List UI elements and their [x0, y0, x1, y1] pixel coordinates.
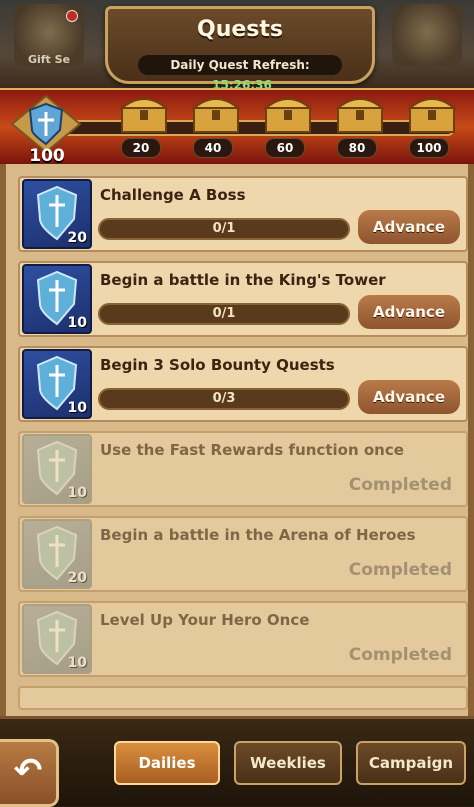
points-badge: 100 [8, 94, 84, 174]
quest-title: Challenge A Boss [100, 186, 246, 204]
quest-item-partial [18, 686, 468, 710]
advance-button[interactable]: Advance [356, 293, 462, 331]
bottom-nav: ↶ Dailies Weeklies Campaign [0, 716, 474, 807]
gift-set-label: Gift Se [27, 53, 71, 66]
refresh-timer: Daily Quest Refresh: 15:26:36 [138, 55, 342, 92]
advance-button[interactable]: Advance [356, 208, 462, 246]
quest-points: 10 [67, 485, 87, 501]
notification-dot [66, 10, 78, 22]
quest-list[interactable]: 20 Challenge A Boss 0/1 Advance 10 Begin… [0, 164, 474, 716]
points-value: 100 [29, 146, 65, 166]
advance-button[interactable]: Advance [356, 378, 462, 416]
quest-item: 10 Begin a battle in the King's Tower 0/… [18, 261, 468, 337]
quest-points: 20 [67, 230, 87, 246]
quest-badge-icon: 10 [22, 264, 92, 334]
tab-campaign[interactable]: Campaign [356, 741, 466, 785]
quest-item-completed: 20 Begin a battle in the Arena of Heroes… [18, 516, 468, 592]
completed-label: Completed [348, 645, 452, 665]
quest-item: 10 Begin 3 Solo Bounty Quests 0/3 Advanc… [18, 346, 468, 422]
chest-icon[interactable] [116, 90, 172, 142]
quest-title: Use the Fast Rewards function once [100, 441, 404, 459]
quest-progress: 0/1 [98, 303, 350, 325]
quest-item: 20 Challenge A Boss 0/1 Advance [18, 176, 468, 252]
quest-badge-icon: 20 [22, 179, 92, 249]
quest-title: Level Up Your Hero Once [100, 611, 310, 629]
chest-label-1: 20 [121, 138, 161, 158]
quest-item-completed: 10 Level Up Your Hero Once Completed [18, 601, 468, 677]
quest-points: 20 [67, 570, 87, 586]
tab-weeklies[interactable]: Weeklies [234, 741, 342, 785]
chest-icon[interactable] [404, 90, 460, 142]
shield-icon [10, 94, 82, 154]
quest-badge-icon: 10 [22, 349, 92, 419]
page-title: Quests [197, 17, 283, 42]
quest-title: Begin 3 Solo Bounty Quests [100, 356, 335, 374]
quest-badge-icon: 10 [22, 604, 92, 674]
chest-label-5: 100 [409, 138, 449, 158]
quest-badge-icon: 10 [22, 434, 92, 504]
back-button[interactable]: ↶ [0, 739, 59, 807]
chest-label-3: 60 [265, 138, 305, 158]
reward-strip: 100 20 40 60 80 100 [0, 88, 474, 166]
chest-icon[interactable] [188, 90, 244, 142]
completed-label: Completed [348, 475, 452, 495]
gift-set-icon[interactable]: Gift Se [14, 4, 84, 66]
chest-label-2: 40 [193, 138, 233, 158]
completed-label: Completed [348, 560, 452, 580]
quest-item-completed: 10 Use the Fast Rewards function once Co… [18, 431, 468, 507]
title-banner: Quests Daily Quest Refresh: 15:26:36 [105, 6, 375, 92]
refresh-label: Daily Quest Refresh: [170, 58, 310, 72]
tab-dailies[interactable]: Dailies [114, 741, 220, 785]
back-arrow-icon: ↶ [13, 751, 43, 791]
chest-icon[interactable] [332, 90, 388, 142]
quest-points: 10 [67, 655, 87, 671]
quest-title: Begin a battle in the Arena of Heroes [100, 526, 416, 544]
chest-icon[interactable] [260, 90, 316, 142]
quest-title: Begin a battle in the King's Tower [100, 271, 386, 289]
quest-progress: 0/1 [98, 218, 350, 240]
quest-points: 10 [67, 400, 87, 416]
chest-label-4: 80 [337, 138, 377, 158]
quest-points: 10 [67, 315, 87, 331]
quest-badge-icon: 20 [22, 519, 92, 589]
quest-progress: 0/3 [98, 388, 350, 410]
scroll-icon[interactable] [392, 4, 462, 66]
